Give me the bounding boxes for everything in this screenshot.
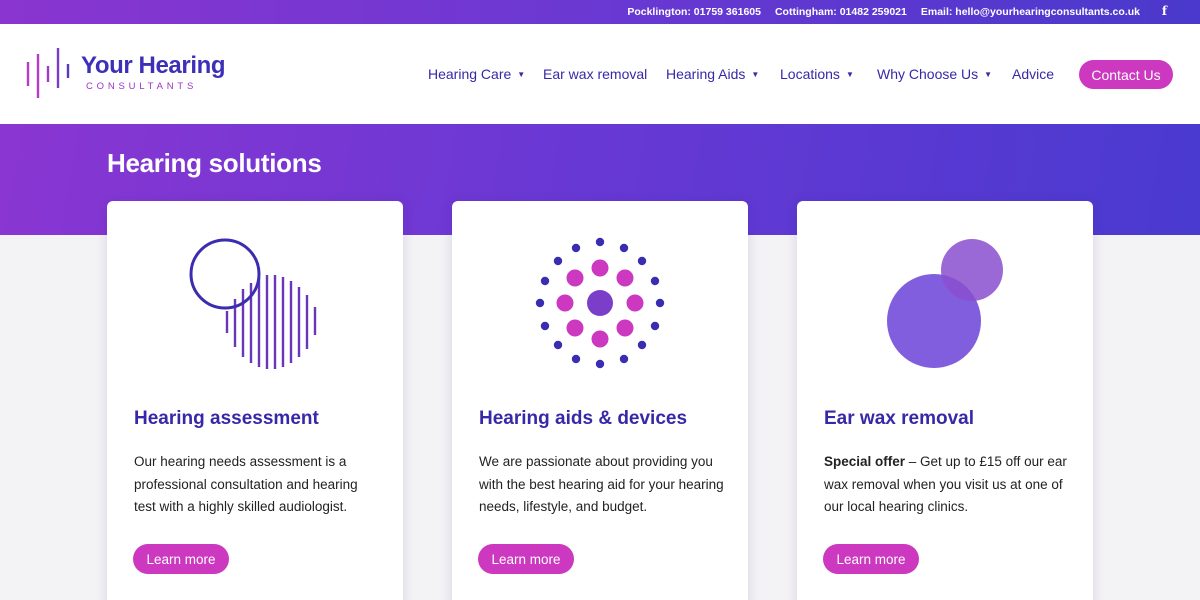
contact-line: Pocklington: 01759 361605 Cottingham: 01… (627, 6, 1140, 18)
card-title: Hearing assessment (134, 408, 319, 429)
nav-hearing-aids[interactable]: Hearing Aids ▼ (666, 66, 759, 82)
circle-lines-icon (189, 238, 317, 369)
nav-hearing-care-label: Hearing Care (428, 66, 512, 82)
nav-hearing-aids-label: Hearing Aids (666, 66, 746, 82)
learn-more-button[interactable]: Learn more (478, 544, 574, 574)
chevron-down-icon: ▼ (984, 69, 993, 79)
card-description: Special offer – Get up to £15 off our ea… (824, 451, 1070, 519)
learn-more-button[interactable]: Learn more (133, 544, 229, 574)
nav-locations-label: Locations (780, 66, 840, 82)
nav-locations[interactable]: Locations ▼ (780, 66, 854, 82)
nav-why-choose-us[interactable]: Why Choose Us ▼ (877, 66, 992, 82)
page-title: Hearing solutions (107, 148, 322, 178)
nav-hearing-care[interactable]: Hearing Care ▼ (428, 66, 525, 82)
chevron-down-icon: ▼ (751, 69, 760, 79)
nav-advice[interactable]: Advice (1012, 66, 1054, 82)
chevron-down-icon: ▼ (845, 69, 854, 79)
top-contact-bar: Pocklington: 01759 361605 Cottingham: 01… (0, 0, 1200, 24)
overlapping-circles-icon (887, 239, 1003, 368)
special-offer-label: Special offer (824, 454, 906, 469)
learn-more-button[interactable]: Learn more (823, 544, 919, 574)
nav-why-choose-us-label: Why Choose Us (877, 66, 979, 82)
phone-pocklington[interactable]: Pocklington: 01759 361605 (627, 6, 761, 18)
card-title: Ear wax removal (824, 408, 974, 429)
nav-ear-wax-removal-label: Ear wax removal (543, 66, 648, 82)
card-hearing-aids: Hearing aids & devices We are passionate… (452, 201, 748, 600)
email-link[interactable]: Email: hello@yourhearingconsultants.co.u… (921, 6, 1140, 18)
card-ear-wax-removal: Ear wax removal Special offer – Get up t… (797, 201, 1093, 600)
dot-burst-icon (535, 237, 665, 369)
card-title: Hearing aids & devices (479, 408, 688, 429)
card-description: Our hearing needs assessment is a profes… (134, 454, 358, 514)
main-nav: Hearing Care ▼ Ear wax removal Hearing A… (0, 60, 1200, 90)
card-hearing-assessment: Hearing assessment Our hearing needs ass… (107, 201, 403, 600)
site-header: Your Hearing CONSULTANTS Hearing Care ▼ … (0, 24, 1200, 124)
facebook-icon[interactable]: f (1162, 4, 1167, 18)
card-description: We are passionate about providing you wi… (479, 454, 724, 514)
phone-cottingham[interactable]: Cottingham: 01482 259021 (775, 6, 907, 18)
nav-advice-label: Advice (1012, 66, 1055, 82)
chevron-down-icon: ▼ (517, 69, 526, 79)
nav-ear-wax-removal[interactable]: Ear wax removal (543, 66, 647, 82)
contact-us-button[interactable]: Contact Us (1079, 60, 1173, 89)
